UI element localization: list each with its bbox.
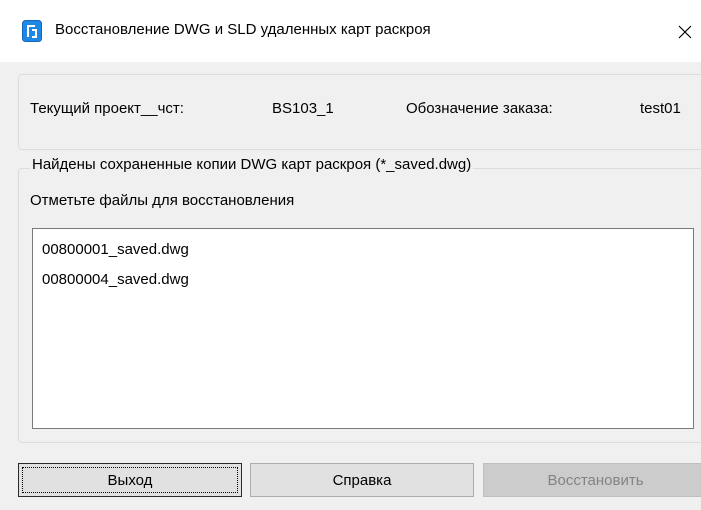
focus-rectangle	[22, 467, 238, 493]
order-label: Обозначение заказа:	[406, 100, 553, 117]
help-button-label: Справка	[332, 471, 392, 489]
list-item[interactable]: 00800001_saved.dwg	[42, 241, 189, 258]
project-label: Текущий проект__чст:	[30, 100, 184, 117]
help-button[interactable]: Справка	[250, 463, 474, 497]
instruction-label: Отметьте файлы для восстановления	[30, 192, 295, 209]
list-item[interactable]: 00800004_saved.dwg	[42, 271, 189, 288]
project-value: BS103_1	[272, 100, 334, 117]
close-button[interactable]	[668, 14, 701, 50]
order-value: test01	[640, 100, 681, 117]
title-bar: Восстановление DWG и SLD удаленных карт …	[0, 0, 701, 62]
window-title: Восстановление DWG и SLD удаленных карт …	[55, 21, 431, 38]
restore-button-label: Восстановить	[547, 471, 644, 489]
files-listbox[interactable]: 00800001_saved.dwg 00800004_saved.dwg	[32, 228, 694, 429]
exit-button[interactable]: Выход	[18, 463, 242, 497]
restore-button[interactable]: Восстановить	[483, 463, 701, 497]
found-copies-legend: Найдены сохраненные копии DWG карт раскр…	[30, 156, 474, 173]
app-icon	[22, 20, 42, 42]
close-icon	[678, 25, 691, 39]
